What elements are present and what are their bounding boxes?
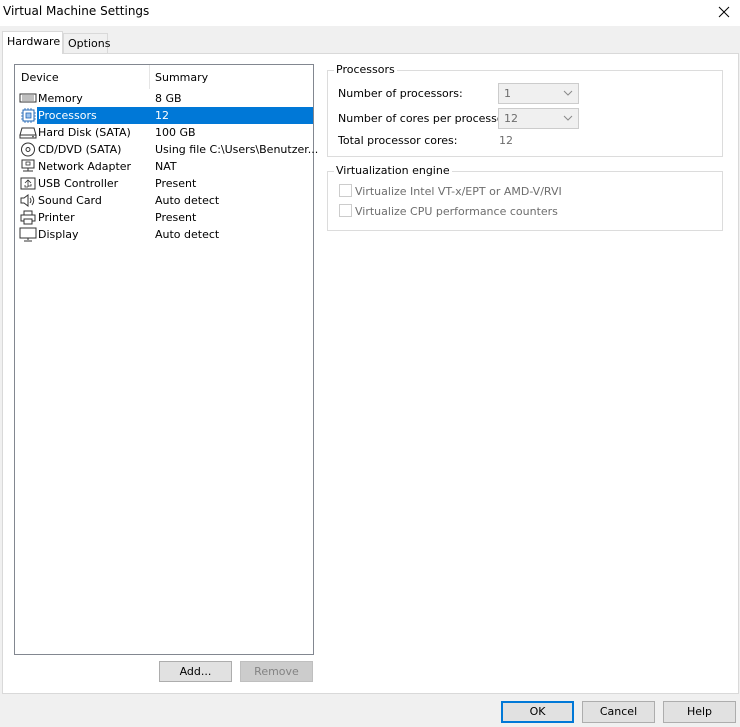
cancel-button-label: Cancel [599,705,638,718]
close-button[interactable] [714,2,734,22]
device-row-sound-card[interactable]: Sound Card Auto detect [15,192,313,209]
device-summary: Auto detect [155,228,220,241]
title-bar: Virtual Machine Settings [0,0,740,26]
ok-button-label: OK [529,705,546,718]
device-name: Processors [38,109,97,122]
virtualize-vtx-checkbox[interactable] [339,184,352,197]
cores-per-processor-value: 12 [504,112,518,125]
num-processors-select[interactable]: 1 [498,83,579,104]
ok-button[interactable]: OK [501,701,574,723]
device-name: Display [38,228,79,241]
cores-per-processor-label: Number of cores per processor: [338,112,512,125]
num-processors-label: Number of processors: [338,87,463,100]
column-header-device[interactable]: Device [21,71,59,84]
device-summary: 12 [155,109,169,122]
device-summary: NAT [155,160,177,173]
device-name: Network Adapter [38,160,132,173]
chevron-down-icon [563,88,573,101]
help-button[interactable]: Help [663,701,736,723]
sound-card-icon [19,192,37,209]
device-name: Printer [38,211,75,224]
chevron-down-icon [563,113,573,126]
memory-icon [19,90,37,107]
window-title: Virtual Machine Settings [3,4,150,18]
processors-group: Processors Number of processors: 1 Numbe… [327,63,723,157]
total-cores-value: 12 [499,134,513,147]
network-adapter-icon [19,158,37,175]
device-summary: 100 GB [155,126,196,139]
device-name: Hard Disk (SATA) [38,126,131,139]
display-icon [19,226,37,243]
device-list[interactable]: Device Summary Memory 8 GB Processors 12 [14,64,318,655]
cancel-button[interactable]: Cancel [582,701,655,723]
tab-options-label: Options [68,37,111,50]
virtualization-engine-title: Virtualization engine [334,164,452,177]
device-name: CD/DVD (SATA) [38,143,122,156]
device-summary: Using file C:\Users\Benutzer... [155,143,319,156]
total-cores-label: Total processor cores: [338,134,458,147]
close-icon [718,6,730,18]
column-header-summary[interactable]: Summary [155,71,208,84]
device-row-processors[interactable]: Processors 12 [15,107,313,124]
processor-icon [19,107,37,124]
tab-hardware[interactable]: Hardware [2,31,63,54]
device-summary: Present [155,211,197,224]
tab-options[interactable]: Options [63,33,111,53]
add-device-button[interactable]: Add... [159,661,232,682]
device-row-network-adapter[interactable]: Network Adapter NAT [15,158,313,175]
device-name: Memory [38,92,83,105]
virtualize-perf-counters-checkbox[interactable] [339,204,352,217]
printer-icon [19,209,37,226]
device-name: USB Controller [38,177,119,190]
device-row-hard-disk[interactable]: Hard Disk (SATA) 100 GB [15,124,313,141]
remove-device-button-label: Remove [254,665,299,678]
processors-group-title: Processors [334,63,397,76]
device-row-memory[interactable]: Memory 8 GB [15,90,313,107]
virtualize-perf-counters-label: Virtualize CPU performance counters [355,205,558,218]
remove-device-button[interactable]: Remove [240,661,313,682]
device-summary: Present [155,177,197,190]
device-name: Sound Card [38,194,102,207]
virtualization-engine-group: Virtualization engine Virtualize Intel V… [327,164,723,231]
cores-per-processor-select[interactable]: 12 [498,108,579,129]
device-row-cd-dvd[interactable]: CD/DVD (SATA) Using file C:\Users\Benutz… [15,141,318,158]
tab-hardware-label: Hardware [7,35,61,48]
cd-dvd-icon [19,141,37,158]
device-summary: Auto detect [155,194,220,207]
column-separator[interactable] [149,65,150,89]
hard-disk-icon [19,124,37,141]
help-button-label: Help [686,705,713,718]
device-list-header: Device Summary [15,65,313,89]
usb-icon [19,175,37,192]
device-summary: 8 GB [155,92,182,105]
num-processors-value: 1 [504,87,511,100]
device-row-display[interactable]: Display Auto detect [15,226,313,243]
virtualize-vtx-label: Virtualize Intel VT-x/EPT or AMD-V/RVI [355,185,562,198]
device-row-usb-controller[interactable]: USB Controller Present [15,175,313,192]
add-device-button-label: Add... [179,665,212,678]
device-row-printer[interactable]: Printer Present [15,209,313,226]
